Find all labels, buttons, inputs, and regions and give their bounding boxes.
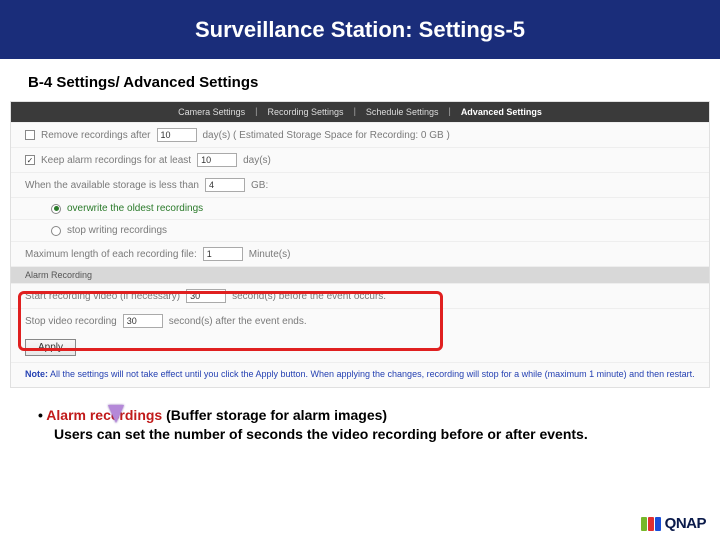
input-max-length[interactable] <box>203 247 243 261</box>
row-max-length: Maximum length of each recording file: M… <box>11 241 709 266</box>
radio-stop[interactable] <box>51 226 61 236</box>
bullet-lead: Alarm recordings <box>46 407 162 423</box>
label: Remove recordings after <box>41 130 151 141</box>
input-storage-gb[interactable] <box>205 178 245 192</box>
label: Minute(s) <box>249 249 291 260</box>
checkbox-remove[interactable] <box>25 130 35 140</box>
row-keep-alarm: ✓ Keep alarm recordings for at least day… <box>11 147 709 172</box>
label: Maximum length of each recording file: <box>25 249 197 260</box>
row-opt-stop: stop writing recordings <box>11 219 709 241</box>
bullet-rest: (Buffer storage for alarm images) <box>162 407 387 423</box>
brand-logo: QNAP <box>641 515 706 532</box>
row-pre-event: Start recording video (if necessary) sec… <box>11 283 709 308</box>
tab-recording[interactable]: Recording Settings <box>264 106 348 118</box>
slide-title: Surveillance Station: Settings-5 <box>0 0 720 60</box>
checkbox-keep[interactable]: ✓ <box>25 155 35 165</box>
label: GB: <box>251 180 268 191</box>
note-label: Note: <box>25 369 48 379</box>
label: Keep alarm recordings for at least <box>41 155 191 166</box>
label: second(s) after the event ends. <box>169 316 307 327</box>
tab-bar: Camera Settings| Recording Settings| Sch… <box>11 102 709 122</box>
label: overwrite the oldest recordings <box>67 203 203 214</box>
label: day(s) ( Estimated Storage Space for Rec… <box>203 130 450 141</box>
section-alarm-recording: Alarm Recording <box>11 266 709 283</box>
row-post-event: Stop video recording second(s) after the… <box>11 308 709 333</box>
input-remove-days[interactable] <box>157 128 197 142</box>
row-opt-overwrite: overwrite the oldest recordings <box>11 197 709 219</box>
slide-subtitle: B-4 Settings/ Advanced Settings <box>0 60 720 101</box>
label: stop writing recordings <box>67 225 167 236</box>
row-remove-recordings: Remove recordings after day(s) ( Estimat… <box>11 122 709 147</box>
tab-advanced[interactable]: Advanced Settings <box>457 106 546 118</box>
tab-schedule[interactable]: Schedule Settings <box>362 106 443 118</box>
input-keep-days[interactable] <box>197 153 237 167</box>
bullet-line2: Users can set the number of seconds the … <box>38 425 682 444</box>
label: Start recording video (if necessary) <box>25 291 180 302</box>
logo-icon <box>641 517 661 531</box>
label: second(s) before the event occurs. <box>232 291 386 302</box>
note-text: All the settings will not take effect un… <box>50 369 695 379</box>
label: day(s) <box>243 155 271 166</box>
note: Note: All the settings will not take eff… <box>11 362 709 387</box>
logo-text: QNAP <box>665 515 706 532</box>
input-pre-seconds[interactable] <box>186 289 226 303</box>
arrow-icon <box>108 405 124 423</box>
label: Stop video recording <box>25 316 117 327</box>
row-storage-threshold: When the available storage is less than … <box>11 172 709 197</box>
apply-button[interactable]: Apply <box>25 339 76 356</box>
radio-overwrite[interactable] <box>51 204 61 214</box>
tab-camera[interactable]: Camera Settings <box>174 106 249 118</box>
input-post-seconds[interactable] <box>123 314 163 328</box>
settings-panel: Camera Settings| Recording Settings| Sch… <box>10 101 710 388</box>
label: When the available storage is less than <box>25 180 199 191</box>
